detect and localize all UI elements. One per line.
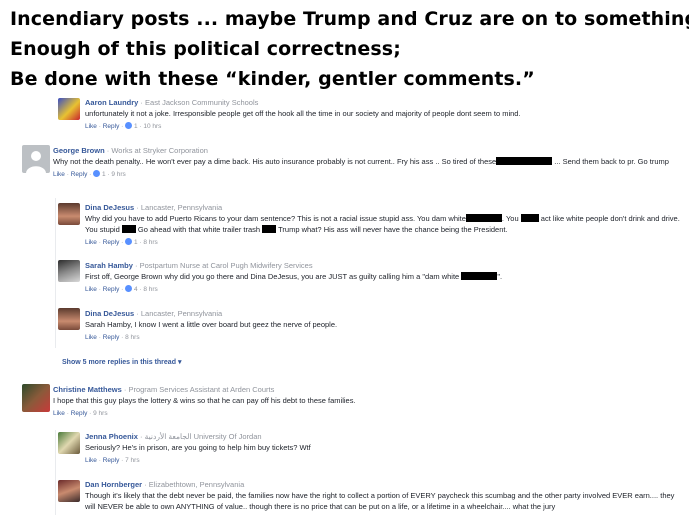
- comment-aaron-laundry: Aaron Laundry · East Jackson Community S…: [85, 97, 680, 132]
- like-link[interactable]: Like: [53, 410, 65, 417]
- comment-thread: Aaron Laundry · East Jackson Community S…: [0, 90, 689, 515]
- avatar[interactable]: [58, 480, 80, 502]
- commenter-meta[interactable]: الجامعة الأردنية University Of Jordan: [145, 432, 262, 441]
- headline-line-3: Be done with these “kinder, gentler comm…: [10, 68, 535, 90]
- avatar[interactable]: [58, 98, 80, 120]
- comment-actions: Like · Reply · 7 hrs: [85, 457, 140, 464]
- timestamp[interactable]: 7 hrs: [125, 457, 139, 464]
- commenter-name[interactable]: Dina DeJesus: [85, 203, 134, 212]
- comment-actions: Like · Reply · 1 · 8 hrs: [85, 238, 158, 246]
- comment-actions: Like · Reply · 1 · 9 hrs: [53, 170, 126, 178]
- commenter-name[interactable]: George Brown: [53, 146, 105, 155]
- redaction-bar: [496, 157, 553, 165]
- comment-sarah-hamby: Sarah Hamby · Postpartum Nurse at Carol …: [85, 260, 683, 295]
- redaction-bar: [520, 214, 539, 222]
- default-avatar-icon[interactable]: [22, 145, 50, 173]
- timestamp[interactable]: 9 hrs: [93, 410, 107, 417]
- comment-actions: Like · Reply · 4 · 8 hrs: [85, 285, 158, 293]
- comment-dan-hornberger: Dan Hornberger · Elizabethtown, Pennsylv…: [85, 479, 683, 512]
- reply-link[interactable]: Reply: [71, 410, 88, 417]
- like-link[interactable]: Like: [85, 123, 97, 130]
- commenter-name[interactable]: Dan Hornberger: [85, 480, 142, 489]
- comment-actions: Like · Reply · 9 hrs: [53, 410, 108, 417]
- timestamp[interactable]: 8 hrs: [143, 239, 157, 246]
- comment-text: Seriously? He's in prison, are you going…: [85, 443, 311, 452]
- timestamp[interactable]: 9 hrs: [111, 171, 125, 178]
- like-link[interactable]: Like: [85, 239, 97, 246]
- like-icon: [125, 285, 133, 292]
- like-link[interactable]: Like: [53, 171, 65, 178]
- avatar[interactable]: [58, 203, 80, 225]
- reply-link[interactable]: Reply: [103, 123, 120, 130]
- commenter-meta[interactable]: Elizabethtown, Pennsylvania: [149, 480, 244, 489]
- comment-dina-dejesus: Dina DeJesus · Lancaster, Pennsylvania W…: [85, 202, 683, 248]
- like-link[interactable]: Like: [85, 457, 97, 464]
- commenter-name[interactable]: Dina DeJesus: [85, 309, 134, 318]
- comment-actions: Like · Reply · 1 · 10 hrs: [85, 122, 162, 130]
- redaction-bar: [465, 214, 502, 222]
- timestamp[interactable]: 8 hrs: [125, 334, 139, 341]
- comment-text: Why did you have to add Puerto Ricans to…: [85, 214, 680, 234]
- commenter-name[interactable]: Christine Matthews: [53, 385, 122, 394]
- commenter-meta[interactable]: Program Services Assistant at Arden Cour…: [128, 385, 274, 394]
- commenter-name[interactable]: Sarah Hamby: [85, 261, 133, 270]
- comment-george-brown: George Brown · Works at Stryker Corporat…: [53, 145, 683, 180]
- like-icon: [125, 122, 133, 129]
- comment-christine-matthews: Christine Matthews · Program Services As…: [53, 384, 683, 419]
- reply-link[interactable]: Reply: [71, 171, 88, 178]
- avatar[interactable]: [58, 308, 80, 330]
- like-link[interactable]: Like: [85, 334, 97, 341]
- reply-thread-line: [55, 198, 56, 348]
- comment-text: Sarah Hamby, I know I went a little over…: [85, 320, 338, 329]
- chevron-down-icon: ▾: [177, 359, 182, 366]
- comment-text: unfortunately it not a joke. Irresponsib…: [85, 109, 521, 118]
- comment-text: Though it's likely that the debt never b…: [85, 491, 675, 511]
- headline-line-1: Incendiary posts ... maybe Trump and Cru…: [10, 8, 689, 30]
- avatar[interactable]: [58, 432, 80, 454]
- reply-thread-line-2: [55, 430, 56, 515]
- comment-jenna-phoenix: Jenna Phoenix · الجامعة الأردنية Univers…: [85, 431, 683, 466]
- reply-link[interactable]: Reply: [103, 286, 120, 293]
- comment-dina-dejesus-2: Dina DeJesus · Lancaster, Pennsylvania S…: [85, 308, 683, 343]
- comment-text: Why not the death penalty.. He won't eve…: [53, 157, 669, 166]
- redaction-bar: [262, 225, 277, 233]
- show-more-replies-link[interactable]: Show 5 more replies in this thread ▾: [62, 358, 181, 366]
- like-icon: [93, 170, 101, 177]
- reply-link[interactable]: Reply: [103, 239, 120, 246]
- commenter-meta[interactable]: Lancaster, Pennsylvania: [141, 309, 222, 318]
- commenter-meta[interactable]: Works at Stryker Corporation: [111, 146, 208, 155]
- redaction-bar: [121, 225, 136, 233]
- commenter-meta[interactable]: East Jackson Community Schools: [145, 98, 258, 107]
- comment-text: I hope that this guy plays the lottery &…: [53, 396, 356, 405]
- reply-link[interactable]: Reply: [103, 334, 120, 341]
- commenter-meta[interactable]: Postpartum Nurse at Carol Pugh Midwifery…: [140, 261, 313, 270]
- commenter-meta[interactable]: Lancaster, Pennsylvania: [141, 203, 222, 212]
- timestamp[interactable]: 10 hrs: [143, 123, 161, 130]
- commenter-name[interactable]: Aaron Laundry: [85, 98, 138, 107]
- timestamp[interactable]: 8 hrs: [143, 286, 157, 293]
- commenter-name[interactable]: Jenna Phoenix: [85, 432, 138, 441]
- avatar[interactable]: [58, 260, 80, 282]
- like-link[interactable]: Like: [85, 286, 97, 293]
- comment-text: First off, George Brown why did you go t…: [85, 272, 503, 281]
- like-icon: [125, 238, 133, 245]
- headline-line-2: Enough of this political correctness;: [10, 38, 401, 60]
- reply-link[interactable]: Reply: [103, 457, 120, 464]
- redaction-bar: [461, 272, 498, 280]
- comment-actions: Like · Reply · 8 hrs: [85, 334, 140, 341]
- avatar[interactable]: [22, 384, 50, 412]
